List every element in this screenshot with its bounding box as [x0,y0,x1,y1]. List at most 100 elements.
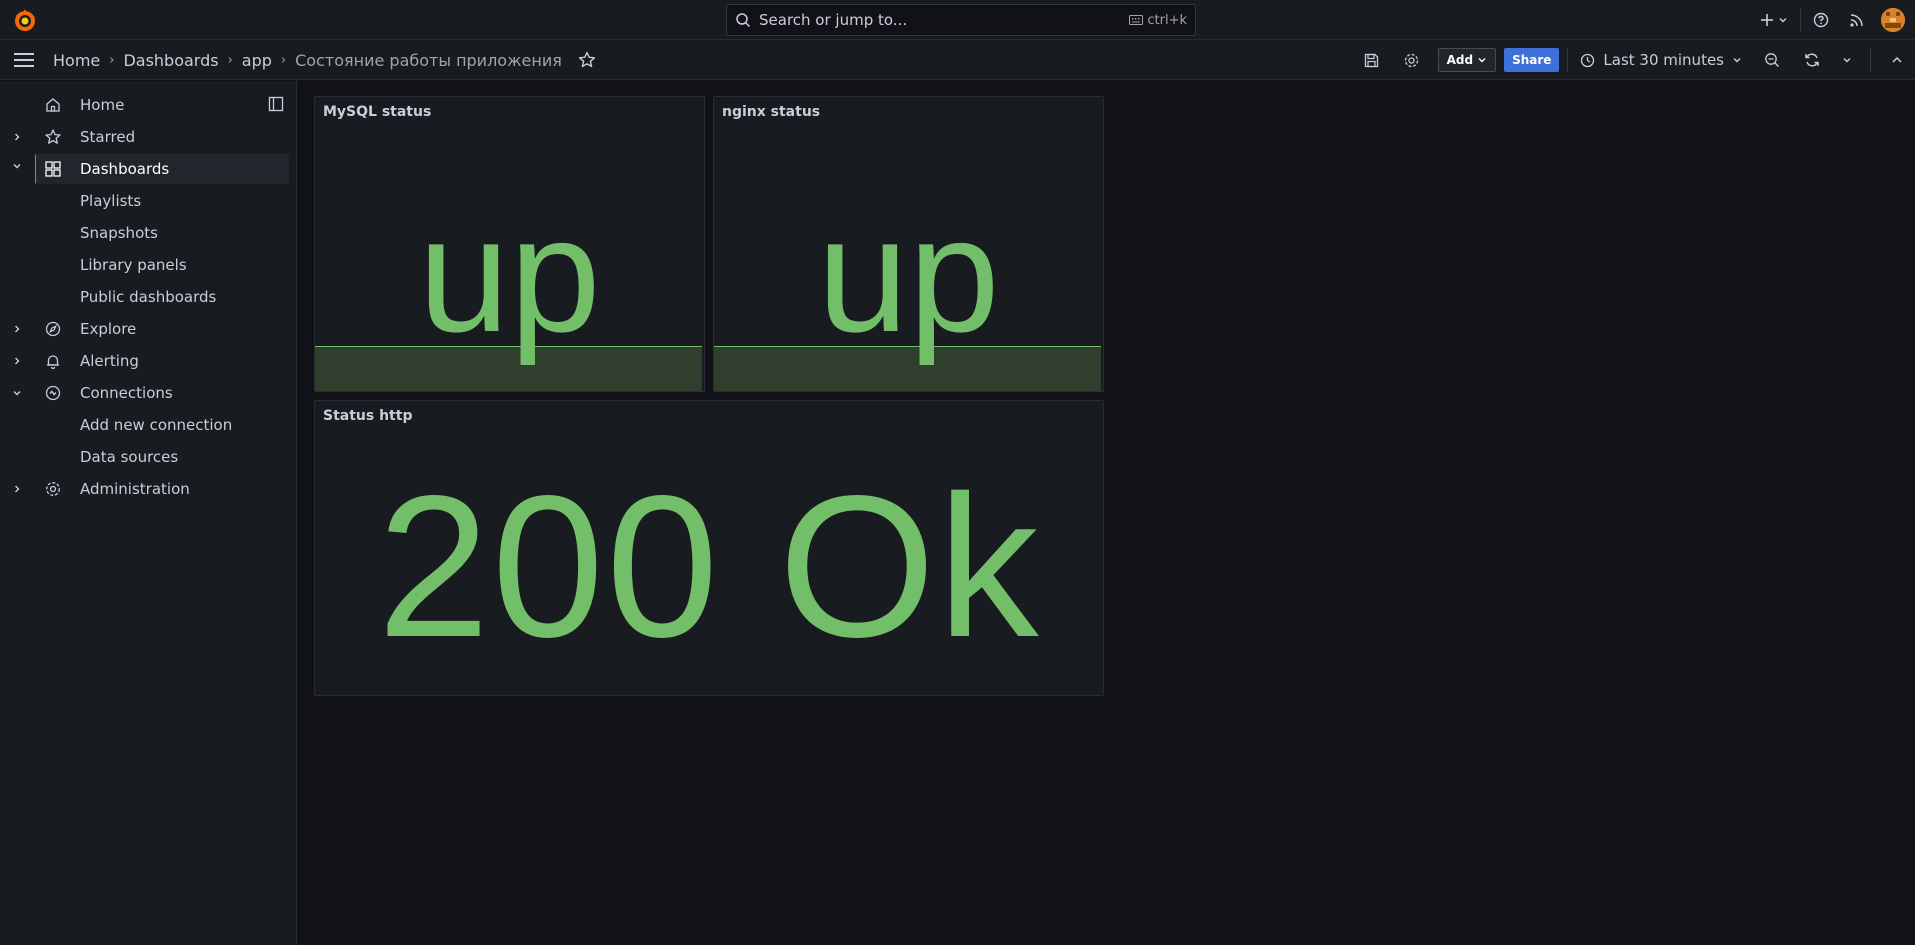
panel-title[interactable]: nginx status [722,104,820,120]
time-range-picker[interactable]: Last 30 minutes [1576,51,1752,69]
sidebar-item-alerting[interactable]: Alerting [0,346,289,376]
stat-value: 200 Ok [377,453,1041,679]
keyboard-icon [1129,15,1144,25]
chevron-right-icon[interactable] [12,132,22,142]
search-bar[interactable]: Search or jump to... ctrl+k [726,4,1196,36]
cog-icon [46,482,60,496]
sidebar-item-label: Connections [80,384,173,402]
sidebar-item-administration[interactable]: Administration [0,474,289,504]
sidebar-item-snapshots[interactable]: Snapshots [0,218,289,248]
chevron-down-icon[interactable] [12,161,22,171]
stat-panel-nginx[interactable]: nginx status up [713,96,1104,392]
star-icon [45,129,61,144]
chevron-down-icon[interactable] [12,388,22,398]
new-menu-button[interactable] [1750,6,1798,34]
link-icon [45,385,61,401]
refresh-button[interactable] [1792,44,1832,76]
sidebar-item-label: Snapshots [80,224,158,242]
breadcrumb-folder[interactable]: app [242,51,272,70]
add-button-label: Add [1446,53,1474,67]
panel-title[interactable]: MySQL status [323,104,431,120]
breadcrumb-dashboards[interactable]: Dashboards [123,51,218,70]
breadcrumb-separator-icon: › [227,52,233,68]
save-dashboard-button[interactable] [1352,44,1392,76]
breadcrumb: Home › Dashboards › app › Состояние рабо… [53,40,596,80]
compass-icon [45,321,61,337]
chevron-down-icon [1478,58,1486,63]
chevron-right-icon[interactable] [12,484,22,494]
top-bar: Search or jump to... ctrl+k [0,0,1915,40]
chevron-right-icon[interactable] [12,324,22,334]
dashboard-settings-button[interactable] [1392,44,1432,76]
time-range-label: Last 30 minutes [1603,51,1724,69]
search-placeholder: Search or jump to... [759,11,908,29]
dashboard-toolbar: Add Share Last 30 minutes [1352,40,1915,80]
sidebar-item-label: Home [80,96,125,114]
sidebar-item-label: Public dashboards [80,288,217,306]
menu-icon[interactable] [12,49,36,71]
sidebar-item-data-sources[interactable]: Data sources [0,442,289,472]
search-shortcut-label: ctrl+k [1147,12,1187,28]
sidebar-item-library-panels[interactable]: Library panels [0,250,289,280]
collapse-toolbar-button[interactable] [1879,44,1915,76]
sidebar-item-playlists[interactable]: Playlists [0,186,289,216]
sidebar-item-label: Add new connection [80,416,233,434]
chevron-up-icon [1892,56,1902,63]
star-icon[interactable] [578,51,596,69]
bell-icon [47,355,59,370]
clock-icon [1581,53,1595,67]
sidebar-item-public-dashboards[interactable]: Public dashboards [0,282,289,312]
chevron-down-icon [1843,58,1851,63]
help-icon [1813,12,1829,28]
sidebar-item-label: Playlists [80,192,142,210]
stat-value: up [418,183,601,366]
help-button[interactable] [1803,6,1839,34]
zoom-out-button[interactable] [1752,44,1792,76]
stat-value: up [817,183,1000,366]
sidebar-nav: Home Starred Dashboards Playlists Snapsh… [0,81,297,945]
sidebar-item-label: Data sources [80,448,179,466]
divider [1870,48,1871,72]
breadcrumb-separator-icon: › [280,52,287,68]
search-icon [736,13,751,28]
chevron-down-icon [1733,58,1741,63]
dashboard-navbar: Home › Dashboards › app › Состояние рабо… [0,40,1915,80]
user-avatar[interactable] [1881,8,1905,32]
panel-title[interactable]: Status http [323,408,412,424]
refresh-icon [1805,53,1819,67]
add-button[interactable]: Add [1437,48,1497,72]
cog-icon [1404,53,1419,67]
sidebar-item-dashboards[interactable]: Dashboards [36,154,289,184]
zoom-out-icon [1765,53,1779,67]
stat-panel-mysql[interactable]: MySQL status up [314,96,705,392]
sidebar-item-explore[interactable]: Explore [0,314,289,344]
sidebar-item-home[interactable]: Home [0,90,289,120]
top-right-actions [1750,6,1905,34]
divider [1567,48,1569,72]
stat-panel-status-http[interactable]: Status http 200 Ok [314,400,1104,696]
apps-icon [45,161,61,177]
sidebar-item-connections[interactable]: Connections [0,378,289,408]
chevron-right-icon[interactable] [12,356,22,366]
share-button[interactable]: Share [1504,48,1560,72]
breadcrumb-home[interactable]: Home [53,51,100,70]
sidebar-item-add-new-connection[interactable]: Add new connection [0,410,289,440]
avatar-icon [1881,8,1905,32]
breadcrumb-current-dashboard: Состояние работы приложения [295,50,562,70]
news-button[interactable] [1839,6,1875,34]
save-icon [1364,53,1379,67]
refresh-interval-dropdown[interactable] [1832,44,1862,76]
sidebar-item-label: Administration [80,480,190,498]
home-icon [46,98,60,112]
sidebar-item-label: Alerting [80,352,139,370]
search-shortcut: ctrl+k [1129,13,1187,28]
sidebar-item-label: Library panels [80,256,187,274]
sidebar-item-label: Dashboards [80,160,170,178]
divider [1800,9,1801,31]
sidebar-item-label: Starred [80,128,136,146]
plus-icon [1761,14,1773,26]
chevron-down-icon [1779,18,1787,23]
sidebar-item-starred[interactable]: Starred [0,122,289,152]
grafana-logo-icon[interactable] [12,7,38,33]
rss-icon [1850,14,1863,27]
